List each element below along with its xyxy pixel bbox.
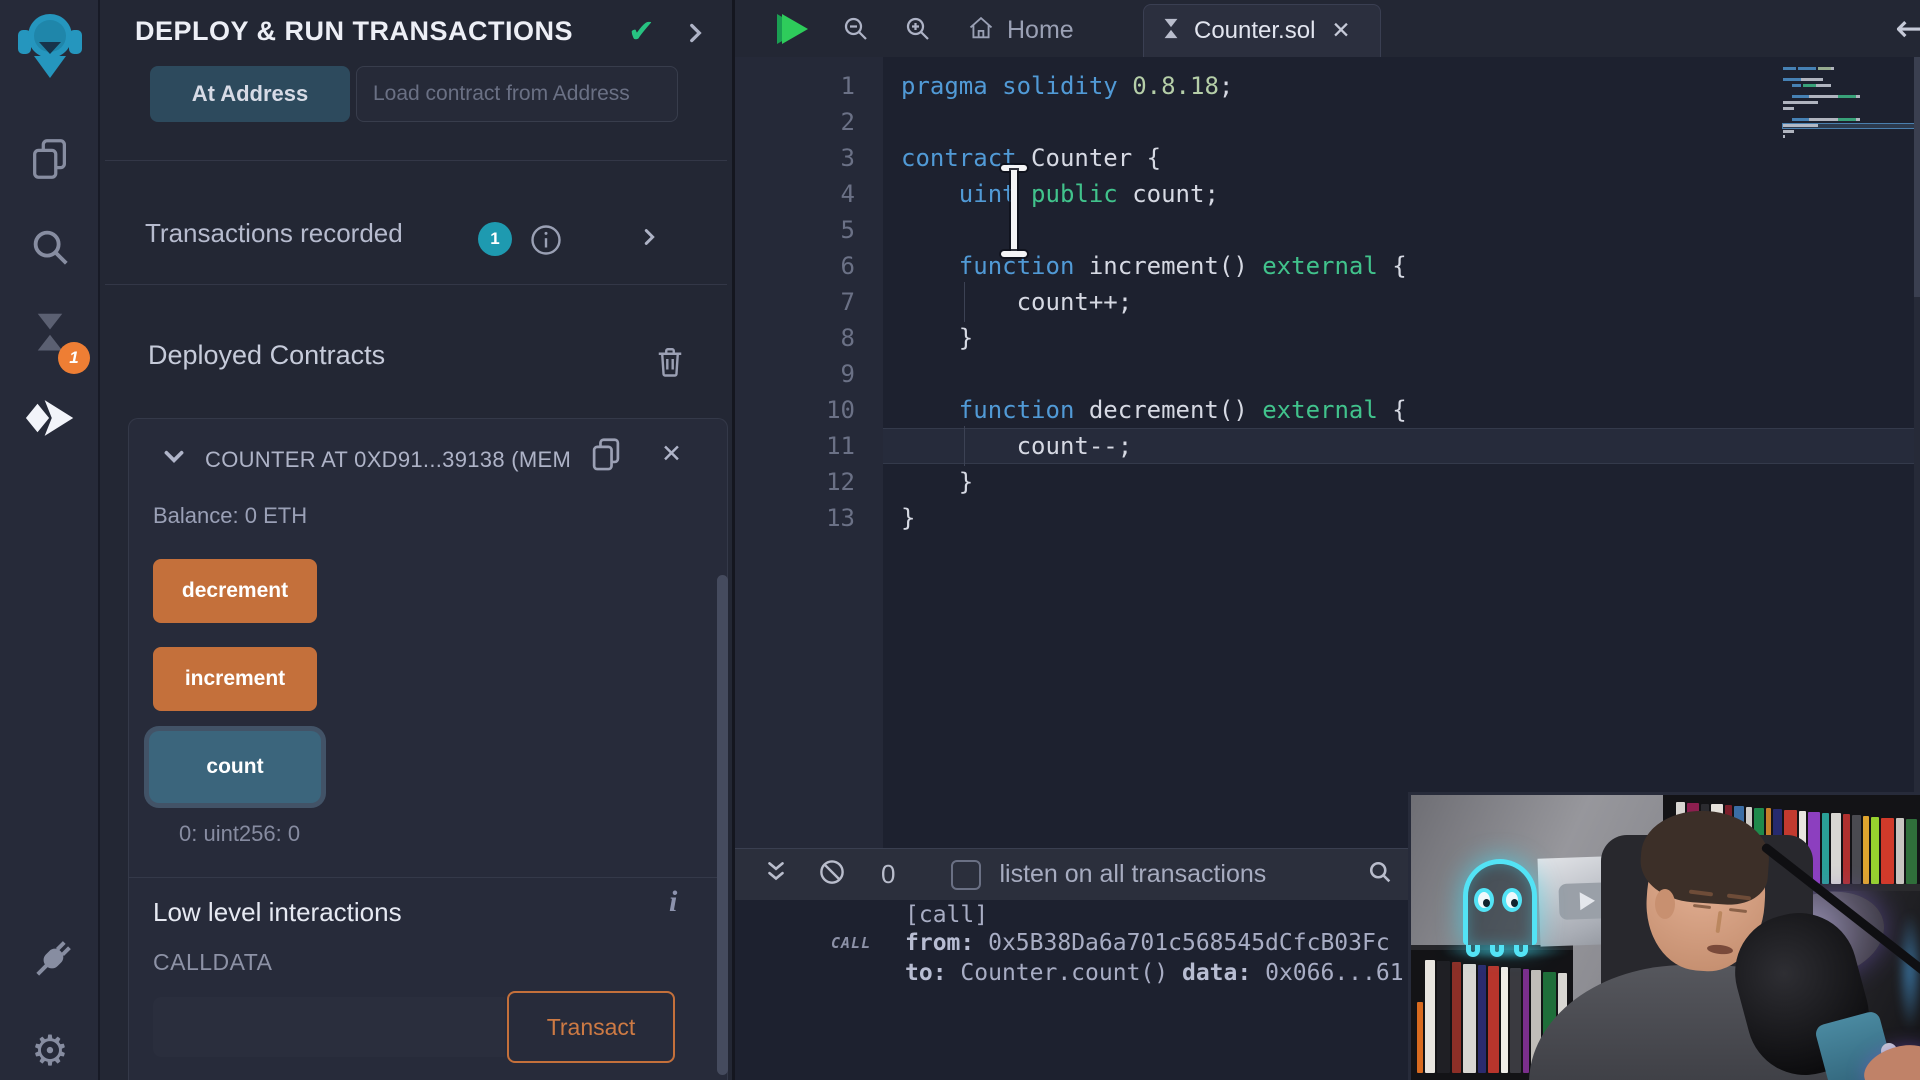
editor-tabbar: Home Counter.sol ✕ ←	[735, 0, 1920, 57]
data-value: 0x066...61	[1265, 960, 1403, 986]
remix-ide-window: 1 ⚙ DEPLOY & RUN TRANSACTIONS ✔	[0, 0, 1920, 1080]
zoom-out-icon[interactable]	[841, 14, 871, 49]
close-tab-icon[interactable]: ✕	[1331, 18, 1350, 44]
minimap[interactable]	[1783, 67, 1917, 141]
remix-logo-icon[interactable]	[12, 8, 88, 86]
panel-scrollbar[interactable]	[717, 575, 728, 1075]
code-lines[interactable]: pragma solidity 0.8.18;contract Counter …	[901, 68, 1407, 536]
call-badge: CALL	[831, 934, 871, 952]
contract-collapse-chevron-icon[interactable]	[161, 443, 187, 474]
log-from-line: from: 0x5B38Da6a701c568545dCfcB03Fc	[905, 930, 1390, 956]
transactions-chevron-icon[interactable]	[638, 226, 660, 253]
tab-home[interactable]: Home	[967, 8, 1115, 52]
transactions-count-badge: 1	[478, 222, 512, 256]
panel-title: DEPLOY & RUN TRANSACTIONS	[135, 16, 573, 47]
compiler-badge: 1	[58, 342, 90, 374]
clear-console-ban-icon[interactable]	[817, 857, 847, 892]
listen-checkbox[interactable]	[951, 860, 981, 890]
home-tab-label: Home	[1007, 16, 1074, 45]
icon-rail: 1 ⚙	[0, 0, 100, 1080]
decrement-function-button[interactable]: decrement	[153, 559, 317, 623]
pending-tx-count: 0	[881, 859, 895, 890]
to-label: to:	[905, 960, 947, 986]
at-address-button[interactable]: At Address	[150, 66, 350, 122]
presenter-ear	[1655, 889, 1675, 919]
low-level-info-icon[interactable]: i	[669, 885, 677, 919]
file-explorer-icon[interactable]	[0, 136, 100, 182]
terminal-collapse-icon[interactable]	[763, 859, 789, 890]
from-label: from:	[905, 930, 974, 956]
panel-expand-chevron-icon[interactable]	[682, 20, 708, 51]
calldata-label: CALLDATA	[153, 949, 272, 976]
tab-counter-sol[interactable]: Counter.sol ✕	[1143, 4, 1381, 57]
count-function-button[interactable]: count	[149, 731, 321, 803]
text-cursor-pointer	[997, 165, 1031, 257]
contract-balance: Balance: 0 ETH	[153, 503, 307, 529]
transactions-recorded-label: Transactions recorded	[145, 218, 403, 249]
count-return-value: 0: uint256: 0	[179, 821, 300, 847]
deployed-contracts-title: Deployed Contracts	[148, 340, 385, 371]
trash-icon[interactable]	[652, 344, 688, 385]
line-numbers: 12345678910111213	[735, 68, 855, 536]
deploy-run-icon[interactable]	[0, 396, 100, 440]
to-value: Counter.count()	[960, 960, 1168, 986]
info-circle-icon[interactable]	[528, 222, 564, 263]
from-value: 0x5B38Da6a701c568545dCfcB03Fc	[988, 930, 1390, 956]
load-contract-address-input[interactable]	[356, 66, 678, 122]
deployed-contract-card: COUNTER AT 0XD91...39138 (MEM ✕ Balance:…	[128, 418, 728, 1080]
search-icon[interactable]	[0, 224, 100, 270]
play-logo-icon	[1579, 892, 1595, 911]
data-label: data:	[1182, 960, 1251, 986]
solidity-file-icon	[1160, 18, 1182, 45]
zoom-in-icon[interactable]	[903, 14, 933, 49]
low-level-interactions-title: Low level interactions	[153, 897, 402, 928]
webcam-overlay	[1408, 792, 1920, 1080]
calldata-input[interactable]	[153, 997, 505, 1057]
code-editor[interactable]: 12345678910111213 pragma solidity 0.8.18…	[735, 57, 1920, 848]
call-bracket-label: [call]	[905, 902, 988, 928]
increment-function-button[interactable]: increment	[153, 647, 317, 711]
log-to-line: to: Counter.count() data: 0x066...61	[905, 960, 1404, 986]
copy-address-icon[interactable]	[587, 435, 625, 478]
file-tab-label: Counter.sol	[1194, 17, 1315, 45]
home-icon	[967, 14, 995, 47]
arrow-left-icon[interactable]: ←	[1895, 6, 1920, 50]
transact-button[interactable]: Transact	[507, 991, 675, 1063]
deploy-run-panel: DEPLOY & RUN TRANSACTIONS ✔ At Address T…	[100, 0, 732, 1080]
run-script-play-icon[interactable]	[777, 14, 811, 44]
remove-contract-icon[interactable]: ✕	[661, 439, 682, 468]
terminal-search-icon	[1366, 858, 1394, 891]
settings-gear-icon[interactable]: ⚙	[0, 1026, 100, 1075]
plugin-manager-icon[interactable]	[0, 936, 100, 988]
listen-label: listen on all transactions	[999, 860, 1266, 889]
editor-scrollbar[interactable]	[1914, 57, 1920, 848]
neon-ghost-lamp	[1463, 859, 1537, 945]
check-icon: ✔	[628, 12, 655, 50]
contract-instance-title[interactable]: COUNTER AT 0XD91...39138 (MEM	[205, 447, 571, 473]
